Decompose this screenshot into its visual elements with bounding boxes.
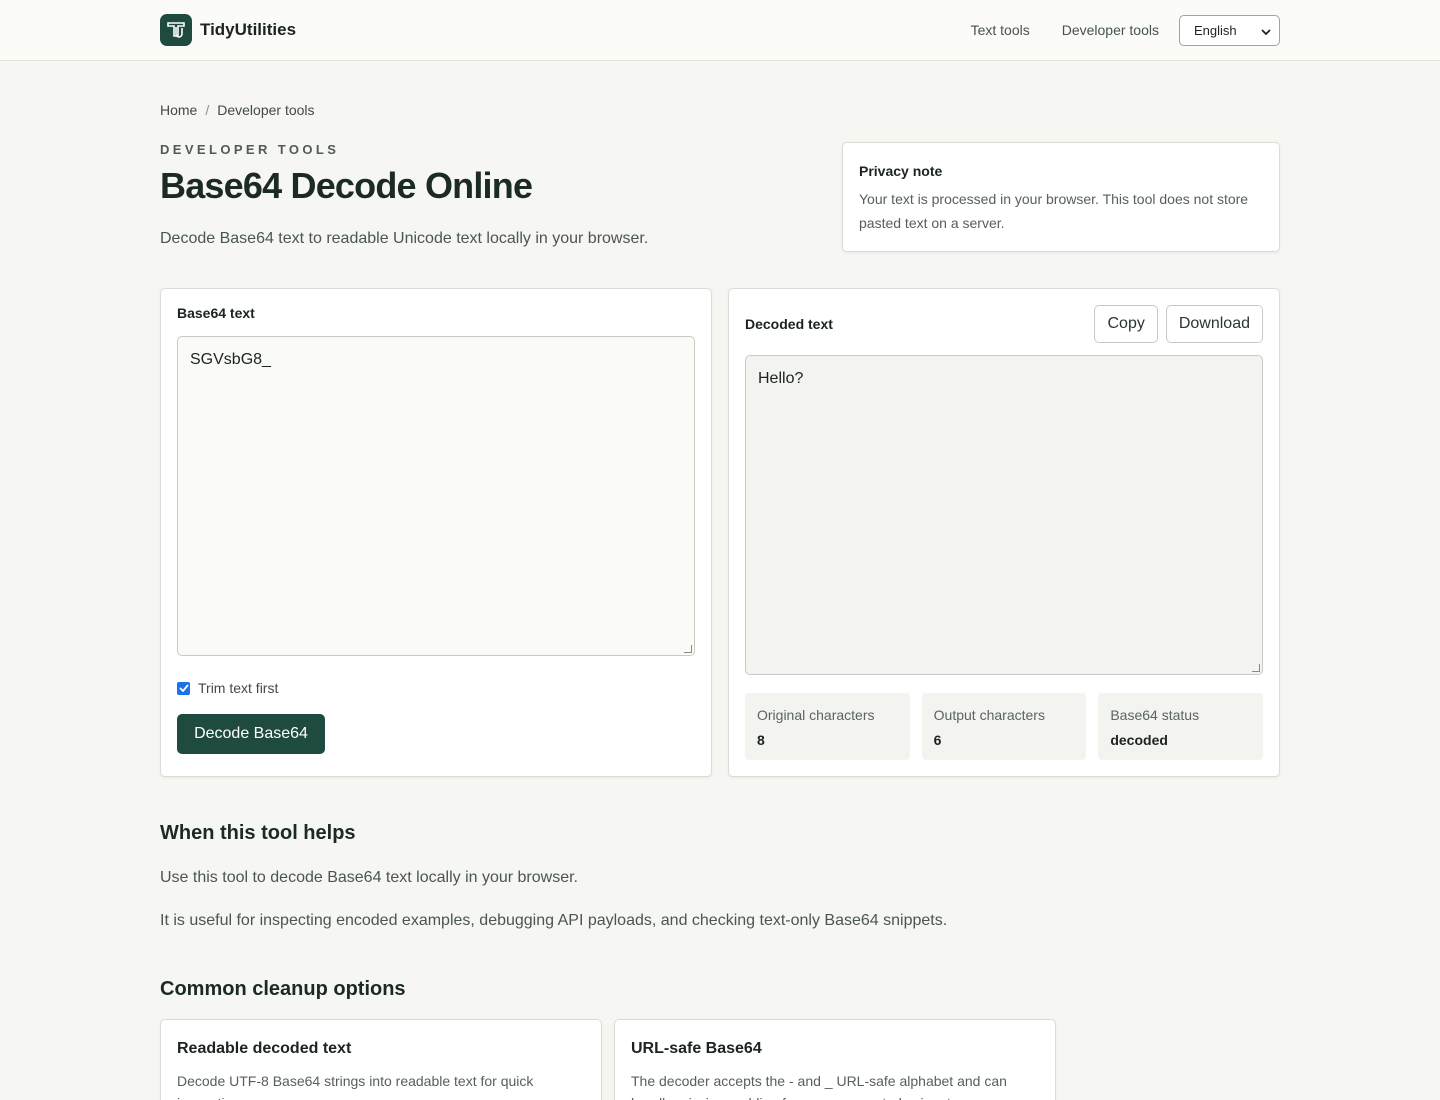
- option-card: URL-safe Base64 The decoder accepts the …: [614, 1019, 1056, 1100]
- stat-value: 6: [933, 732, 942, 748]
- output-header: Decoded text Copy Download: [745, 305, 1263, 343]
- main-nav: Text tools Developer tools English: [939, 14, 1280, 46]
- language-value: English: [1194, 22, 1237, 38]
- privacy-note-title: Privacy note: [859, 163, 943, 179]
- helps-paragraph-1: Use this tool to decode Base64 text loca…: [160, 869, 578, 886]
- breadcrumb-separator: /: [205, 102, 210, 118]
- option-card-body: The decoder accepts the - and _ URL-safe…: [631, 1073, 1007, 1100]
- breadcrumb-current[interactable]: Developer tools: [217, 102, 314, 118]
- breadcrumb: Home / Developer tools: [160, 102, 1280, 118]
- hero: DEVELOPER TOOLS Base64 Decode Online Dec…: [160, 118, 1280, 256]
- output-panel: Decoded text Copy Download Hello? Origin…: [728, 288, 1280, 777]
- input-panel: Base64 text SGVsbG8_ Trim text first Dec…: [160, 288, 712, 777]
- page-title: Base64 Decode Online: [160, 165, 533, 206]
- eyebrow-label: DEVELOPER TOOLS: [160, 142, 340, 157]
- privacy-note: Privacy note Your text is processed in y…: [842, 142, 1280, 252]
- section-heading-options: Common cleanup options: [160, 978, 406, 1000]
- resize-handle[interactable]: [684, 645, 692, 653]
- stat-original-characters: Original characters 8: [745, 693, 910, 760]
- resize-handle[interactable]: [1252, 664, 1260, 672]
- stat-value: decoded: [1110, 732, 1168, 748]
- page-subtitle: Decode Base64 text to readable Unicode t…: [160, 230, 649, 247]
- check-icon: [178, 684, 189, 692]
- stat-base64-status: Base64 status decoded: [1098, 693, 1264, 760]
- main-content: Home / Developer tools DEVELOPER TOOLS B…: [160, 102, 1280, 1100]
- trim-label: Trim text first: [198, 680, 279, 696]
- option-card-body: Decode UTF-8 Base64 strings into readabl…: [177, 1073, 534, 1100]
- helps-paragraph-2: It is useful for inspecting encoded exam…: [160, 912, 948, 929]
- download-button[interactable]: Download: [1165, 305, 1263, 343]
- section-heading-helps: When this tool helps: [160, 822, 356, 844]
- stat-label: Output characters: [933, 707, 1045, 723]
- stat-label: Original characters: [757, 707, 875, 723]
- options-cards: Readable decoded text Decode UTF-8 Base6…: [160, 1019, 1280, 1100]
- stat-value: 8: [757, 732, 765, 748]
- output-actions: Copy Download: [1094, 305, 1263, 343]
- option-card: Readable decoded text Decode UTF-8 Base6…: [160, 1019, 602, 1100]
- language-select[interactable]: English: [1179, 14, 1280, 46]
- privacy-note-body: Your text is processed in your browser. …: [859, 191, 1249, 231]
- tool-panels: Base64 text SGVsbG8_ Trim text first Dec…: [160, 288, 1280, 777]
- stats-row: Original characters 8 Output characters …: [745, 693, 1264, 760]
- base64-input[interactable]: SGVsbG8_: [177, 336, 695, 656]
- chevron-down-icon: [1261, 23, 1271, 38]
- breadcrumb-home[interactable]: Home: [160, 102, 197, 118]
- brand-name: TidyUtilities: [200, 20, 297, 39]
- copy-button[interactable]: Copy: [1094, 305, 1158, 343]
- decoded-output-value: Hello?: [758, 370, 804, 387]
- trim-checkbox[interactable]: [177, 681, 190, 695]
- nav-developer-tools[interactable]: Developer tools: [1062, 22, 1159, 38]
- output-label: Decoded text: [745, 316, 833, 332]
- nav-text-tools[interactable]: Text tools: [971, 22, 1030, 38]
- option-card-title: URL-safe Base64: [631, 1040, 762, 1057]
- trim-option[interactable]: Trim text first: [177, 680, 695, 696]
- stat-label: Base64 status: [1110, 707, 1200, 723]
- input-label: Base64 text: [177, 305, 255, 321]
- stat-output-characters: Output characters 6: [921, 693, 1087, 760]
- brand-link[interactable]: TidyUtilities: [160, 14, 296, 46]
- decoded-output[interactable]: Hello?: [745, 355, 1263, 675]
- top-bar: TidyUtilities Text tools Developer tools…: [0, 0, 1440, 61]
- decode-button[interactable]: Decode Base64: [177, 714, 325, 754]
- option-card-title: Readable decoded text: [177, 1040, 352, 1057]
- base64-input-value: SGVsbG8_: [190, 351, 271, 368]
- tidyutilities-logo-icon: [160, 14, 192, 46]
